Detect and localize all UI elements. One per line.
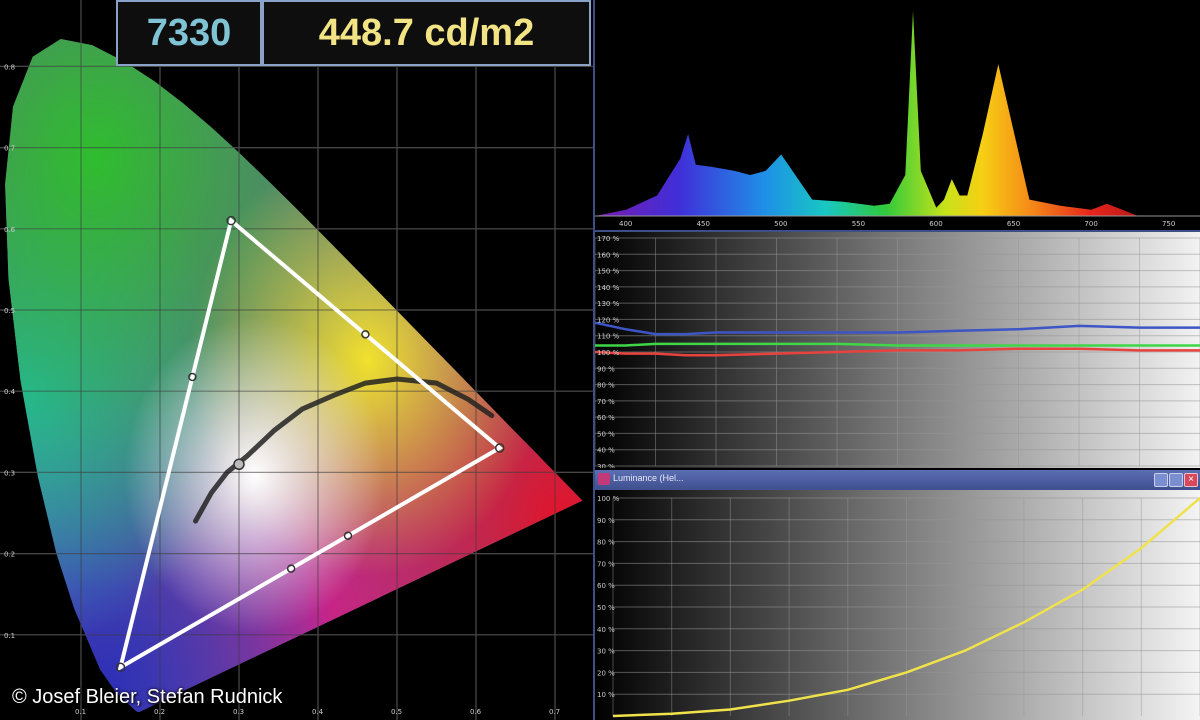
rgb-y-tick-0: 30 % — [597, 463, 615, 468]
rgb-y-tick-4: 70 % — [597, 398, 615, 406]
luminance-y-tick-6: 70 % — [597, 560, 615, 568]
cie-x-tick-1: 0.2 — [154, 708, 165, 716]
spectrum-x-tick-7: 750 — [1162, 220, 1175, 228]
luminance-svg: 10 % 20 % 30 % 40 % 50 % 60 % 70 % 80 % 90 % 100 … — [595, 490, 1200, 720]
luminance-readout: 448.7 cd/m2 — [262, 0, 591, 66]
luminance-y-tick-2: 30 % — [597, 648, 615, 656]
cie-y-tick-7: 0.8 — [4, 63, 15, 71]
rgb-y-tick-8: 110 % — [597, 333, 620, 341]
spectrum-x-tick-4: 600 — [929, 220, 942, 228]
spectrum-chart: 400 450 500 550 600 650 700 750 — [595, 0, 1200, 230]
luminance-y-tick-7: 80 % — [597, 539, 615, 547]
cie-y-tick-5: 0.6 — [4, 226, 16, 234]
spectrum-area — [595, 11, 1200, 216]
maximize-icon[interactable] — [1169, 473, 1183, 487]
rgb-y-tick-5: 80 % — [597, 382, 615, 390]
cie-y-tick-3: 0.4 — [4, 388, 16, 396]
luminance-y-tick-0: 10 % — [597, 691, 615, 699]
luminance-y-tick-5: 60 % — [597, 582, 615, 590]
spectrum-x-tick-2: 500 — [774, 220, 787, 228]
cie-x-tick-5: 0.6 — [470, 708, 482, 716]
cie-y-tick-1: 0.2 — [4, 551, 15, 559]
luminance-y-tick-3: 40 % — [597, 626, 615, 634]
luminance-background — [595, 490, 1200, 720]
spectrum-svg: 400 450 500 550 600 650 700 750 — [595, 11, 1200, 228]
luminance-y-tick-4: 50 % — [597, 604, 615, 612]
app-icon — [598, 473, 610, 485]
spectrum-tick-labels: 400 450 500 550 600 650 700 750 — [619, 220, 1175, 228]
white-point-marker — [233, 458, 245, 471]
close-icon[interactable]: × — [1184, 473, 1198, 487]
luminance-y-tick-8: 90 % — [597, 517, 615, 525]
color-temperature-readout: 7330 — [116, 0, 262, 66]
rgb-y-tick-1: 40 % — [597, 447, 615, 455]
rgb-y-tick-6: 90 % — [597, 365, 615, 373]
spectrum-x-tick-3: 550 — [852, 220, 865, 228]
rgb-y-tick-13: 160 % — [597, 251, 620, 259]
cie-y-tick-4: 0.5 — [4, 307, 15, 315]
photo-credit: © Josef Bleier, Stefan Rudnick — [12, 686, 283, 708]
rgb-y-tick-14: 170 % — [597, 235, 620, 243]
rgb-y-tick-2: 50 % — [597, 430, 615, 438]
spectrum-x-tick-6: 700 — [1084, 220, 1097, 228]
cie-chart-svg: 0.1 0.2 0.3 0.4 0.5 0.6 0.7 0.1 0.2 0.3 0.4 0.5 0.6 0… — [0, 0, 593, 720]
luminance-y-tick-9: 100 % — [597, 495, 620, 503]
rgb-y-tick-9: 120 % — [597, 316, 620, 324]
cie-x-tick-3: 0.4 — [312, 708, 324, 716]
luminance-window-title: Luminance (Hel... — [613, 473, 684, 483]
spectral-locus-fill — [5, 39, 583, 713]
luminance-window-titlebar[interactable]: Luminance (Hel... × — [595, 470, 1200, 490]
rgb-y-tick-3: 60 % — [597, 414, 615, 422]
spectrum-x-tick-0: 400 — [619, 220, 632, 228]
spectrum-x-tick-5: 650 — [1007, 220, 1020, 228]
rgb-balance-chart: 30 % 40 % 50 % 60 % 70 % 80 % 90 % 100 % 110 % 12… — [595, 232, 1200, 468]
cie-chromaticity-chart: 0.1 0.2 0.3 0.4 0.5 0.6 0.7 0.1 0.2 0.3 0.4 0.5 0.6 0… — [0, 0, 593, 720]
minimize-icon[interactable] — [1154, 473, 1168, 487]
cie-x-tick-0: 0.1 — [75, 708, 86, 716]
luminance-y-tick-1: 20 % — [597, 669, 615, 677]
cie-x-tick-2: 0.3 — [233, 708, 244, 716]
cct-value: 7330 — [146, 11, 232, 54]
cie-y-tick-2: 0.3 — [4, 469, 15, 477]
rgb-y-tick-10: 130 % — [597, 300, 620, 308]
cie-x-tick-6: 0.7 — [549, 708, 560, 716]
cie-x-tick-4: 0.5 — [391, 708, 402, 716]
rgb-y-tick-12: 150 % — [597, 268, 620, 276]
cie-y-tick-6: 0.7 — [4, 145, 15, 153]
rgb-balance-svg: 30 % 40 % 50 % 60 % 70 % 80 % 90 % 100 % 110 % 12… — [595, 232, 1200, 468]
cie-y-tick-0: 0.1 — [4, 632, 15, 640]
rgb-y-tick-7: 100 % — [597, 349, 620, 357]
luminance-window: Luminance (Hel... × 10 % 20 % 30 % 40 % 50 %… — [595, 470, 1200, 720]
rgb-y-tick-11: 140 % — [597, 284, 620, 292]
spectrum-x-tick-1: 450 — [697, 220, 710, 228]
luminance-value: 448.7 cd/m2 — [318, 11, 535, 54]
